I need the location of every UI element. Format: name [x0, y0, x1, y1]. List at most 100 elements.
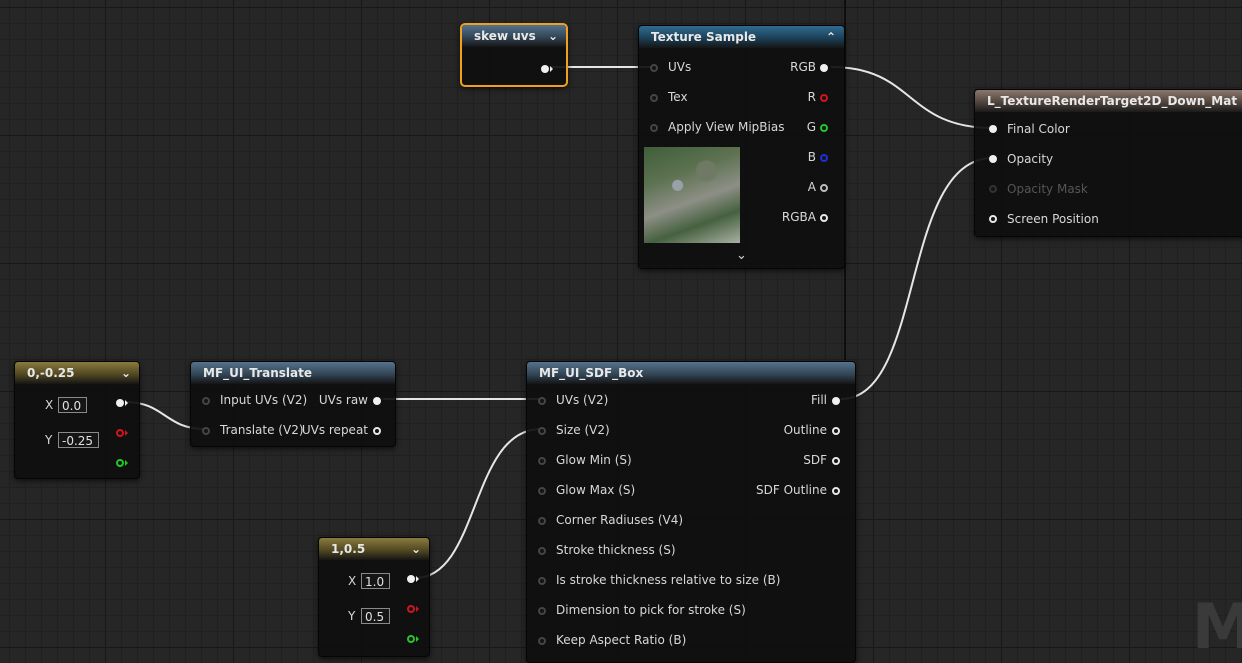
output-label-b: B — [807, 150, 816, 164]
output-pin-sdf[interactable] — [832, 457, 840, 465]
node-title: MF_UI_Translate — [203, 366, 313, 380]
input-label-corner-radiuses: Corner Radiuses (V4) — [556, 513, 684, 527]
output-pin-uvs-repeat[interactable] — [373, 427, 381, 435]
skew-uvs-header: skew uvs ⌄ — [462, 25, 566, 47]
node-title: 1,0.5 — [331, 542, 366, 556]
chevron-down-icon[interactable]: ⌄ — [121, 362, 131, 384]
input-pin-translate[interactable] — [202, 427, 210, 435]
input-pin-screen-position[interactable] — [989, 215, 997, 223]
x-value-field[interactable]: 0.0 — [58, 397, 87, 413]
constant-vector-node-a[interactable]: 0,-0.25 ⌄ X 0.0 Y -0.25 — [14, 361, 140, 479]
chevron-down-icon[interactable]: ⌄ — [548, 25, 558, 47]
output-pin-x[interactable] — [116, 399, 124, 407]
pin-arrow-icon — [550, 66, 553, 72]
input-label-uvs: UVs (V2) — [556, 393, 609, 407]
output-pin-rgb[interactable] — [820, 64, 828, 72]
input-label-opacity-mask: Opacity Mask — [1007, 182, 1088, 196]
pin-arrow-icon — [125, 400, 128, 406]
chevron-down-icon[interactable]: ⌄ — [411, 538, 421, 560]
output-pin-outline[interactable] — [832, 427, 840, 435]
input-pin-glow-min[interactable] — [538, 457, 546, 465]
output-pin-y[interactable] — [407, 605, 415, 613]
output-label-sdf: SDF — [803, 453, 827, 467]
input-pin-stroke-thickness[interactable] — [538, 547, 546, 555]
wire-x-to-size — [414, 428, 542, 579]
node-title: MF_UI_SDF_Box — [539, 366, 644, 380]
output-label-r: R — [807, 90, 816, 104]
input-label-opacity: Opacity — [1007, 152, 1054, 166]
input-label-tex: Tex — [668, 90, 688, 104]
output-pin-fill[interactable] — [832, 397, 840, 405]
input-label-dimension-stroke: Dimension to pick for stroke (S) — [556, 603, 746, 617]
input-pin-dimension-stroke[interactable] — [538, 607, 546, 615]
constant-vector-node-b[interactable]: 1,0.5 ⌄ X 1.0 Y 0.5 — [318, 537, 430, 657]
input-pin-corner-radiuses[interactable] — [538, 517, 546, 525]
pin-arrow-icon — [125, 430, 128, 436]
output-label-sdf-outline: SDF Outline — [756, 483, 827, 497]
output-label-rgba: RGBA — [781, 210, 816, 224]
texture-sample-header: Texture Sample ⌃ — [639, 26, 844, 48]
y-value-field[interactable]: 0.5 — [361, 608, 390, 624]
mf-ui-translate-node[interactable]: MF_UI_Translate Input UVs (V2) Translate… — [190, 361, 396, 447]
output-pin-z[interactable] — [116, 459, 124, 467]
input-pin-uvs[interactable] — [538, 397, 546, 405]
output-pin-rgba[interactable] — [820, 214, 828, 222]
input-label-stroke-thickness: Stroke thickness (S) — [556, 543, 676, 557]
input-pin-final-color[interactable] — [989, 125, 997, 133]
node-title: Texture Sample — [651, 30, 757, 44]
watermark-text: M — [1192, 590, 1242, 663]
texture-sample-node[interactable]: Texture Sample ⌃ UVs Tex Apply View MipB… — [638, 25, 845, 269]
output-pin-a[interactable] — [820, 184, 828, 192]
output-pin[interactable] — [541, 65, 549, 73]
input-label-stroke-relative: Is stroke thickness relative to size (B) — [556, 573, 781, 587]
input-pin-glow-max[interactable] — [538, 487, 546, 495]
output-label-uvs-repeat: UVs repeat — [301, 423, 368, 437]
x-value-field[interactable]: 1.0 — [361, 573, 390, 589]
sdf-box-header: MF_UI_SDF_Box — [527, 362, 855, 384]
input-pin-stroke-relative[interactable] — [538, 577, 546, 585]
input-label-keep-aspect: Keep Aspect Ratio (B) — [556, 633, 687, 647]
input-pin-keep-aspect[interactable] — [538, 637, 546, 645]
node-title: 0,-0.25 — [27, 366, 75, 380]
material-result-node[interactable]: L_TextureRenderTarget2D_Down_Mat Final C… — [974, 89, 1242, 237]
input-label-input-uvs: Input UVs (V2) — [220, 393, 308, 407]
output-pin-r[interactable] — [820, 94, 828, 102]
output-pin-sdf-outline[interactable] — [832, 487, 840, 495]
node-title: skew uvs — [474, 29, 536, 43]
wire-fill-to-opacity — [840, 157, 994, 400]
input-pin-opacity[interactable] — [989, 155, 997, 163]
input-pin-tex[interactable] — [650, 94, 658, 102]
output-pin-x[interactable] — [407, 575, 415, 583]
input-label-translate: Translate (V2) — [220, 423, 304, 437]
wire-rgb-to-final-color — [830, 66, 994, 129]
output-pin-b[interactable] — [820, 154, 828, 162]
chevron-down-icon[interactable]: ⌄ — [736, 246, 747, 266]
output-label-uvs-raw: UVs raw — [318, 393, 368, 407]
chevron-up-icon[interactable]: ⌃ — [826, 26, 836, 48]
mf-ui-sdf-box-node[interactable]: MF_UI_SDF_Box UVs (V2) Size (V2) Glow Mi… — [526, 361, 856, 663]
input-pin-mipbias[interactable] — [650, 124, 658, 132]
y-label: Y — [45, 433, 53, 447]
input-label-mipbias: Apply View MipBias — [668, 120, 785, 134]
output-label-a: A — [807, 180, 816, 194]
input-pin-size[interactable] — [538, 427, 546, 435]
input-label-glow-min: Glow Min (S) — [556, 453, 632, 467]
output-pin-z[interactable] — [407, 635, 415, 643]
skew-uvs-node[interactable]: skew uvs ⌄ — [460, 23, 568, 87]
material-result-header: L_TextureRenderTarget2D_Down_Mat — [975, 90, 1242, 112]
input-pin-uvs[interactable] — [650, 64, 658, 72]
input-pin-input-uvs[interactable] — [202, 397, 210, 405]
translate-header: MF_UI_Translate — [191, 362, 395, 384]
input-label-final-color: Final Color — [1007, 122, 1070, 136]
output-pin-y[interactable] — [116, 429, 124, 437]
output-pin-uvs-raw[interactable] — [373, 397, 381, 405]
input-label-uvs: UVs — [668, 60, 692, 74]
x-label: X — [348, 574, 357, 588]
texture-preview-thumbnail — [644, 147, 740, 243]
output-label-outline: Outline — [783, 423, 827, 437]
constant-a-header: 0,-0.25 ⌄ — [15, 362, 139, 384]
output-pin-g[interactable] — [820, 124, 828, 132]
output-label-fill: Fill — [810, 393, 827, 407]
input-pin-opacity-mask[interactable] — [989, 185, 997, 193]
y-value-field[interactable]: -0.25 — [58, 432, 99, 448]
